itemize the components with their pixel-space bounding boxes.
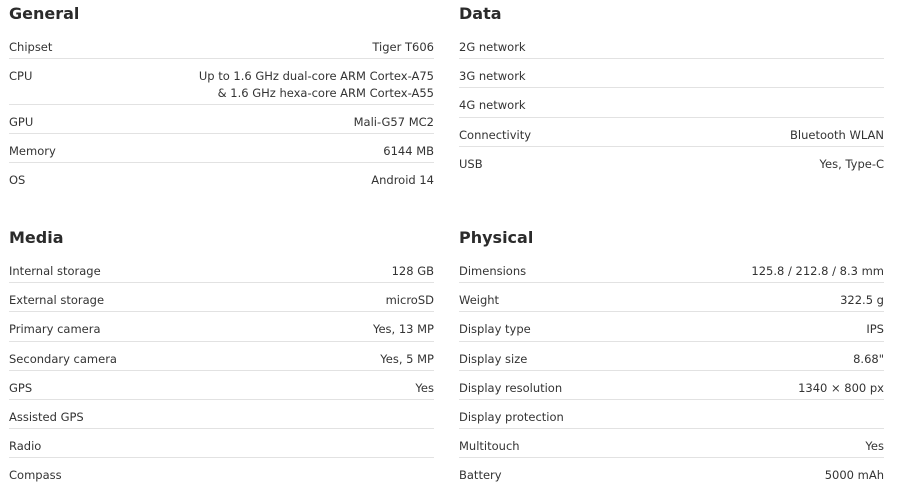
spec-label: GPU <box>9 114 34 129</box>
spec-label: Display resolution <box>459 380 563 395</box>
spec-value: 125.8 / 212.8 / 8.3 mm <box>751 264 884 278</box>
spec-value: Up to 1.6 GHz dual-core ARM Cortex-A75 &… <box>198 69 434 101</box>
spec-label: Chipset <box>9 40 53 54</box>
spec-label: Multitouch <box>459 439 520 454</box>
spec-row-external-storage: External storage microSD <box>9 283 434 313</box>
spec-value: 6144 MB <box>383 143 434 158</box>
spec-row-display-resolution: Display resolution 1340 × 800 px <box>459 371 884 400</box>
spec-row-dimensions: Dimensions 125.8 / 212.8 / 8.3 mm <box>459 254 884 284</box>
spec-value: 1340 × 800 px <box>798 380 884 395</box>
spec-label: Weight <box>459 293 500 308</box>
general-section-title: General <box>9 4 80 23</box>
spec-label: Dimensions <box>459 264 527 278</box>
spec-label: CPU <box>9 69 33 84</box>
spec-value: 8.68" <box>853 351 884 366</box>
spec-label: Primary camera <box>9 322 101 337</box>
general-spec-list: Chipset Tiger T606 CPU Up to 1.6 GHz dua… <box>9 30 434 192</box>
spec-value: IPS <box>866 322 884 337</box>
spec-label: Battery <box>459 468 502 483</box>
spec-value: Yes, 13 MP <box>372 322 434 337</box>
spec-row-3g-network: 3G network <box>459 59 884 89</box>
spec-value: 128 GB <box>391 264 434 278</box>
spec-label: 2G network <box>459 40 526 54</box>
spec-row-compass: Compass <box>9 458 434 487</box>
spec-row-4g-network: 4G network <box>459 88 884 118</box>
spec-value: Android 14 <box>371 173 434 188</box>
spec-value: Yes, Type-C <box>819 156 884 171</box>
media-section-title: Media <box>9 228 64 247</box>
spec-row-primary-camera: Primary camera Yes, 13 MP <box>9 312 434 342</box>
spec-row-battery: Battery 5000 mAh <box>459 458 884 487</box>
spec-label: Internal storage <box>9 264 101 278</box>
spec-row-weight: Weight 322.5 g <box>459 283 884 313</box>
spec-value: Yes <box>865 439 884 454</box>
spec-value: microSD <box>385 293 434 308</box>
spec-row-2g-network: 2G network <box>459 30 884 60</box>
spec-label: Assisted GPS <box>9 409 84 424</box>
physical-section: Physical Dimensions 125.8 / 212.8 / 8.3 … <box>459 224 884 488</box>
data-section: Data 2G network 3G network 4G network Co… <box>459 0 884 176</box>
spec-value: Mali-G57 MC2 <box>353 114 434 129</box>
media-spec-list: Internal storage 128 GB External storage… <box>9 254 434 488</box>
spec-row-display-size: Display size 8.68" <box>459 342 884 371</box>
spec-label: Compass <box>9 468 62 483</box>
spec-label: Secondary camera <box>9 351 117 366</box>
spec-row-chipset: Chipset Tiger T606 <box>9 30 434 60</box>
data-spec-list: 2G network 3G network 4G network Connect… <box>459 30 884 176</box>
physical-spec-list: Dimensions 125.8 / 212.8 / 8.3 mm Weight… <box>459 254 884 488</box>
spec-row-usb: USB Yes, Type-C <box>459 147 884 176</box>
spec-value: Bluetooth WLAN <box>790 127 884 142</box>
spec-value: Yes, 5 MP <box>380 351 434 366</box>
spec-label: Radio <box>9 439 42 454</box>
spec-row-radio: Radio <box>9 429 434 459</box>
spec-row-secondary-camera: Secondary camera Yes, 5 MP <box>9 342 434 371</box>
spec-label: OS <box>9 173 26 188</box>
spec-row-assisted-gps: Assisted GPS <box>9 400 434 430</box>
spec-label: USB <box>459 156 483 171</box>
spec-value: 5000 mAh <box>824 468 884 483</box>
spec-row-gpu: GPU Mali-G57 MC2 <box>9 105 434 134</box>
spec-row-memory: Memory 6144 MB <box>9 134 434 164</box>
spec-label: GPS <box>9 380 33 395</box>
data-section-title: Data <box>459 4 502 23</box>
spec-row-display-protection: Display protection <box>459 400 884 430</box>
media-section: Media Internal storage 128 GB External s… <box>9 224 434 488</box>
spec-row-cpu: CPU Up to 1.6 GHz dual-core ARM Cortex-A… <box>9 59 434 105</box>
spec-value: 322.5 g <box>840 293 884 308</box>
spec-label: Connectivity <box>459 127 532 142</box>
spec-row-multitouch: Multitouch Yes <box>459 429 884 459</box>
spec-row-internal-storage: Internal storage 128 GB <box>9 254 434 284</box>
spec-label: Display protection <box>459 409 564 424</box>
spec-value: Tiger T606 <box>372 40 434 54</box>
spec-label: 4G network <box>459 98 526 113</box>
spec-label: Display type <box>459 322 531 337</box>
spec-label: External storage <box>9 293 105 308</box>
spec-row-display-type: Display type IPS <box>459 312 884 342</box>
physical-section-title: Physical <box>459 228 534 247</box>
spec-label: Display size <box>459 351 528 366</box>
spec-value: Yes <box>415 380 434 395</box>
spec-label: Memory <box>9 143 56 158</box>
spec-row-connectivity: Connectivity Bluetooth WLAN <box>459 118 884 147</box>
spec-row-os: OS Android 14 <box>9 163 434 192</box>
spec-label: 3G network <box>459 69 526 84</box>
general-section: General Chipset Tiger T606 CPU Up to 1.6… <box>9 0 434 192</box>
spec-row-gps: GPS Yes <box>9 371 434 400</box>
